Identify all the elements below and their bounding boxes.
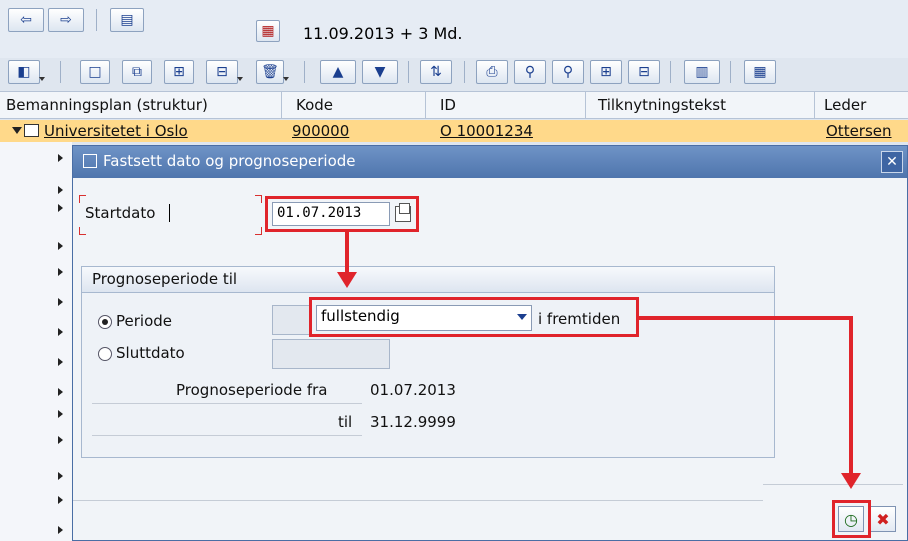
expand-icon[interactable]: ⊞ — [590, 60, 622, 84]
row-name[interactable]: Universitetet i Oslo — [44, 122, 188, 140]
expand-arrow-icon[interactable] — [58, 268, 63, 276]
til-label: til — [338, 413, 353, 431]
find-next-icon[interactable]: ⚲ — [552, 60, 584, 84]
key-date-text: 11.09.2013 + 3 Md. — [303, 24, 463, 43]
expand-arrow-icon[interactable] — [58, 410, 63, 418]
required-marker — [79, 195, 86, 203]
row-kode: 900000 — [292, 122, 350, 140]
prognose-fra-value: 01.07.2013 — [370, 381, 456, 399]
cancel-x-icon: ✖ — [876, 509, 890, 529]
startdato-label: Startdato — [85, 204, 156, 222]
expand-arrow-icon[interactable] — [58, 242, 63, 250]
highlight-box-confirm — [832, 500, 871, 538]
edit-window-icon — [83, 154, 97, 168]
close-icon[interactable]: ✕ — [881, 151, 903, 173]
calendar-icon[interactable]: ▦ — [256, 20, 280, 42]
row-id: O 10001234 — [440, 122, 533, 140]
move-down-icon[interactable]: ▼ — [362, 60, 398, 84]
list-icon[interactable]: ▤ — [110, 8, 144, 32]
chart-icon[interactable]: ▦ — [744, 60, 776, 84]
annotation-line — [345, 230, 349, 275]
column-header-leder[interactable]: Leder — [824, 96, 866, 114]
periode-label: Periode — [116, 312, 173, 330]
expand-triangle-icon[interactable] — [12, 127, 22, 134]
highlight-box-startdato — [265, 196, 419, 232]
group-title: Prognoseperiode til — [92, 270, 238, 288]
table-header: Bemanningsplan (struktur) Kode ID Tilkny… — [0, 91, 908, 119]
toolbar-separator — [60, 61, 61, 83]
toolbar-separator — [408, 61, 409, 83]
highlight-box-periode — [309, 297, 639, 337]
application-toolbar: ⇦ ⇨ ▤ ▦ 11.09.2013 + 3 Md. ◧ □ ⧉ ⊞ ⊟ 🗑 ▲… — [0, 0, 908, 84]
copy-icon[interactable]: ⧉ — [122, 60, 152, 84]
prognoseperiode-group: Prognoseperiode til Periode fullstendig … — [81, 266, 775, 458]
layout-icon[interactable]: ▥ — [684, 60, 720, 84]
expand-arrow-icon[interactable] — [58, 436, 63, 444]
annotation-arrowhead — [841, 473, 861, 489]
group-header: Prognoseperiode til — [82, 267, 774, 293]
toolbar-separator — [670, 61, 671, 83]
footer-divider — [763, 484, 903, 485]
expand-arrow-icon[interactable] — [58, 472, 63, 480]
field-underline — [92, 435, 362, 436]
column-header-kode[interactable]: Kode — [296, 96, 333, 114]
column-header-struktur[interactable]: Bemanningsplan (struktur) — [6, 96, 208, 114]
column-divider — [425, 92, 426, 119]
table-row[interactable]: Universitetet i Oslo 900000 O 10001234 O… — [0, 120, 908, 142]
expand-arrow-icon[interactable] — [58, 388, 63, 396]
expand-arrow-icon[interactable] — [58, 526, 63, 534]
delete-icon[interactable]: 🗑 — [256, 60, 289, 84]
find-icon[interactable]: ⚲ — [514, 60, 546, 84]
expand-arrow-icon[interactable] — [58, 186, 63, 194]
dialog-title-bar[interactable]: Fastsett dato og prognoseperiode ✕ — [73, 146, 907, 178]
expand-arrow-icon[interactable] — [58, 328, 63, 336]
date-forecast-dialog: Fastsett dato og prognoseperiode ✕ Start… — [72, 145, 908, 541]
back-arrow-icon[interactable]: ⇦ — [8, 8, 44, 32]
sluttdato-label: Sluttdato — [116, 344, 185, 362]
toolbar-separator — [730, 61, 731, 83]
expand-arrow-icon[interactable] — [58, 154, 63, 162]
column-header-tilknytning[interactable]: Tilknytningstekst — [598, 96, 726, 114]
toolbar-separator — [464, 61, 465, 83]
collapse-icon[interactable]: ⊟ — [628, 60, 660, 84]
org-unit-icon — [24, 124, 39, 137]
sort-icon[interactable]: ⇅ — [420, 60, 452, 84]
forward-arrow-icon[interactable]: ⇨ — [48, 8, 84, 32]
expand-arrow-icon[interactable] — [58, 298, 63, 306]
periode-radio[interactable] — [98, 315, 112, 329]
expand-arrow-icon[interactable] — [58, 358, 63, 366]
expand-arrow-icon[interactable] — [58, 496, 63, 504]
annotation-line — [638, 316, 852, 320]
cancel-button[interactable]: ✖ — [870, 506, 896, 532]
required-marker — [255, 195, 262, 203]
field-underline — [92, 403, 362, 404]
row-leder: Ottersen — [826, 122, 892, 140]
delimit-icon[interactable]: ⊟ — [206, 60, 243, 84]
expand-arrow-icon[interactable] — [58, 204, 63, 212]
sluttdato-input[interactable] — [272, 339, 390, 369]
sluttdato-radio[interactable] — [98, 347, 112, 361]
column-divider — [585, 92, 586, 119]
column-divider — [814, 92, 815, 119]
periode-number-field[interactable] — [272, 305, 310, 335]
footer-divider — [73, 500, 763, 501]
text-cursor — [169, 204, 170, 222]
structure-icon[interactable]: ◧ — [8, 60, 45, 84]
prognose-fra-label: Prognoseperiode fra — [176, 381, 328, 399]
create-icon[interactable]: □ — [80, 60, 110, 84]
print-icon[interactable]: ⎙ — [476, 60, 508, 84]
toolbar-separator — [96, 9, 97, 31]
move-up-icon[interactable]: ▲ — [320, 60, 356, 84]
til-value: 31.12.9999 — [370, 413, 456, 431]
required-marker — [255, 227, 262, 235]
required-marker — [79, 227, 86, 235]
toolbar-separator — [304, 61, 305, 83]
dialog-title: Fastsett dato og prognoseperiode — [103, 152, 356, 170]
column-header-id[interactable]: ID — [440, 96, 456, 114]
tree-column — [0, 142, 72, 541]
annotation-arrowhead — [337, 272, 357, 288]
column-divider — [281, 92, 282, 119]
org-assign-icon[interactable]: ⊞ — [164, 60, 194, 84]
annotation-line — [849, 316, 853, 476]
